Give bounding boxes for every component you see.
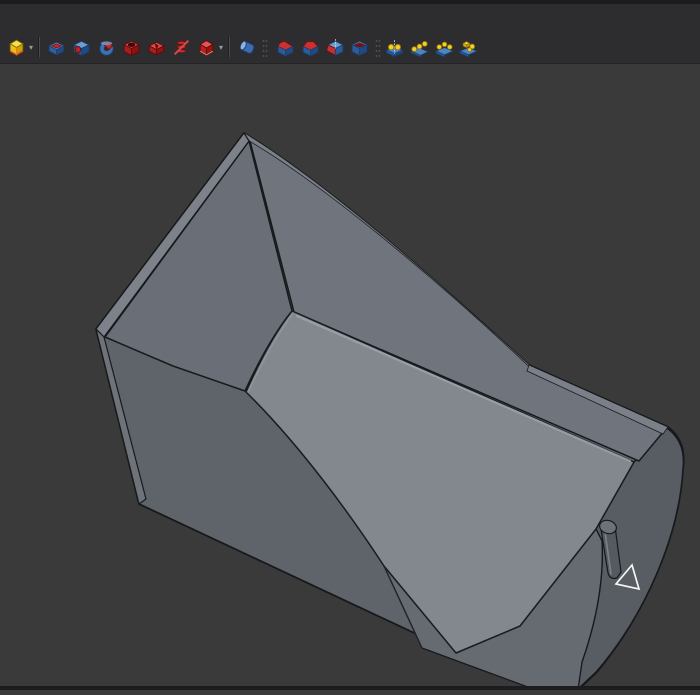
polar-pattern-icon: [434, 37, 455, 58]
pocket-button[interactable]: [70, 36, 92, 58]
multitransform-icon: [458, 37, 479, 58]
subtractive-box-icon: [196, 37, 217, 58]
part-design-toolbar: ▾: [0, 4, 700, 64]
toolbar-separator: [38, 37, 40, 57]
multitransform-button[interactable]: [457, 36, 479, 58]
cylinder-primitive-icon: [237, 37, 258, 58]
cad-application-window: { "window": { "top_strip_color": "#1c1c1…: [0, 0, 700, 690]
fillet-icon: [275, 37, 296, 58]
window-bottom-strip: [0, 686, 700, 690]
pocket-icon: [71, 37, 92, 58]
toolbar-separator: [228, 37, 230, 57]
polar-pattern-button[interactable]: [433, 36, 455, 58]
chamfer-button[interactable]: [299, 36, 321, 58]
draft-button[interactable]: [324, 36, 346, 58]
fillet-button[interactable]: [274, 36, 296, 58]
subtractive-helix-icon: [171, 37, 192, 58]
subtractive-box-dropdown-arrow[interactable]: ▾: [216, 44, 226, 52]
linear-pattern-button[interactable]: [408, 36, 430, 58]
mirrored-button[interactable]: [383, 36, 405, 58]
subtractive-helix-button[interactable]: [170, 36, 192, 58]
hole-button[interactable]: [120, 36, 142, 58]
groove-button[interactable]: [145, 36, 167, 58]
mirrored-icon: [384, 37, 405, 58]
chamfer-icon: [300, 37, 321, 58]
groove-icon: [146, 37, 167, 58]
3d-viewport[interactable]: [0, 0, 700, 690]
revolution-button[interactable]: [95, 36, 117, 58]
window-top-strip: [0, 0, 700, 4]
model-view: [0, 0, 700, 690]
thickness-button[interactable]: [348, 36, 370, 58]
linear-pattern-icon: [409, 37, 430, 58]
pad-button[interactable]: [45, 36, 67, 58]
subtractive-box-button[interactable]: [195, 36, 217, 58]
thickness-icon: [349, 37, 370, 58]
hole-icon: [121, 37, 142, 58]
pad-icon: [46, 37, 67, 58]
additive-box-dropdown-arrow[interactable]: ▾: [26, 44, 36, 52]
additive-box-icon: [6, 37, 27, 58]
toolbar-drag-handle: [262, 37, 268, 59]
toolbar-drag-handle: [375, 37, 381, 59]
cylinder-primitive-button[interactable]: [236, 36, 258, 58]
additive-box-button[interactable]: [5, 36, 27, 58]
revolution-icon: [96, 37, 117, 58]
draft-icon: [325, 37, 346, 58]
